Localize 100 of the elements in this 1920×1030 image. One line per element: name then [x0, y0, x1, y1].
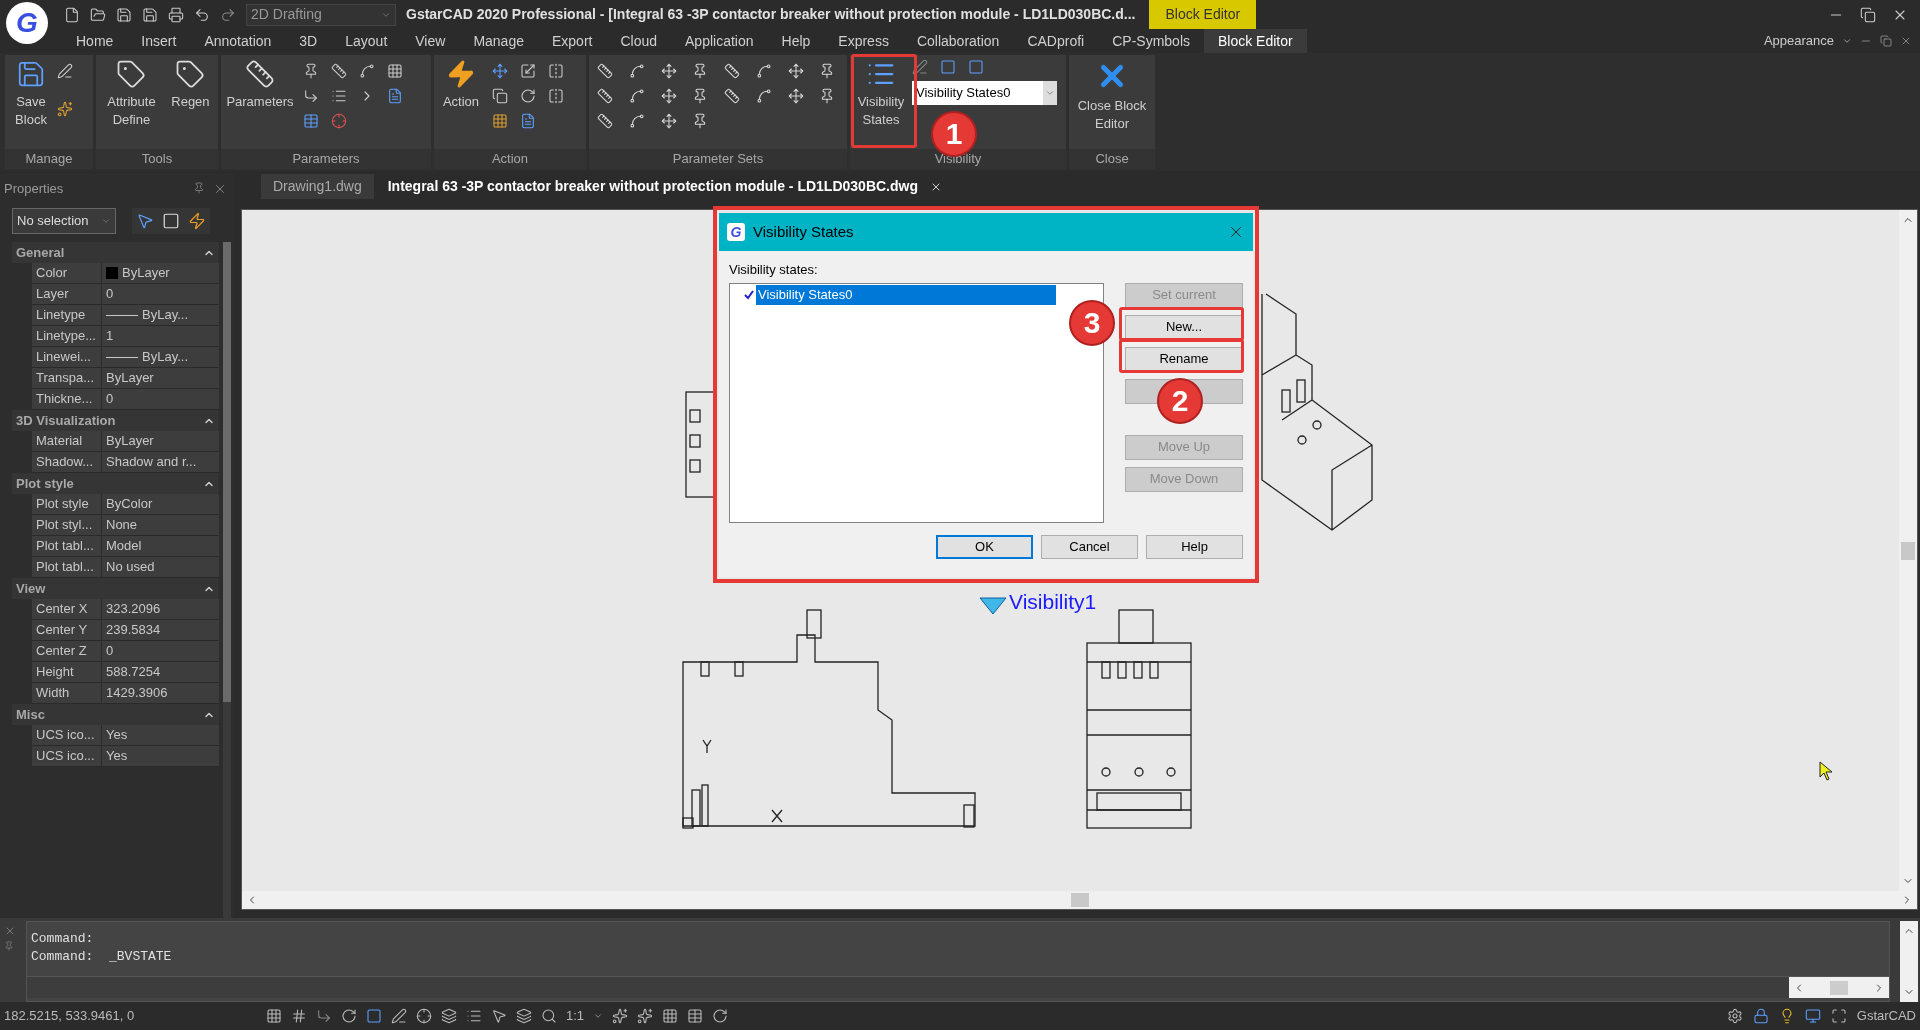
caret-icon[interactable] — [593, 1011, 604, 1021]
copy-icon[interactable] — [492, 88, 508, 104]
dialog-button[interactable]: OK — [936, 534, 1033, 559]
flip-icon[interactable] — [548, 63, 564, 79]
ribbon-tab[interactable]: Application — [671, 29, 768, 53]
scrollbar[interactable] — [223, 242, 231, 918]
ruler-icon[interactable] — [331, 63, 347, 79]
ribbon-tab[interactable]: Block Editor — [1204, 29, 1307, 53]
pencil-icon[interactable] — [57, 63, 73, 79]
grid-icon[interactable] — [492, 113, 508, 129]
pin-icon[interactable] — [193, 182, 205, 194]
scrollbar[interactable] — [1899, 210, 1917, 891]
lock-icon[interactable] — [1752, 1008, 1769, 1024]
curve-icon[interactable] — [628, 63, 645, 79]
ribbon-button[interactable]: Close Block Editor — [1074, 55, 1150, 133]
scrollbar[interactable] — [242, 891, 1917, 909]
layers-icon[interactable] — [441, 1008, 457, 1024]
workspace-dropdown[interactable]: 2D Drafting — [246, 3, 396, 26]
section-header[interactable]: Plot style — [12, 473, 219, 494]
annotation-icon[interactable] — [637, 1008, 654, 1024]
ribbon-tab[interactable]: Manage — [459, 29, 538, 53]
corner-arrow-icon[interactable] — [303, 88, 319, 104]
annotation-scale[interactable]: 1:1 — [566, 1006, 585, 1026]
ribbon-button[interactable]: Regen — [166, 55, 214, 129]
quick-select-icon[interactable] — [188, 212, 206, 230]
refresh-icon[interactable] — [712, 1008, 729, 1024]
dialog-button[interactable]: Help — [1146, 534, 1243, 559]
ruler-icon[interactable] — [724, 88, 740, 104]
object-snap-icon[interactable] — [366, 1008, 382, 1024]
polar-icon[interactable] — [341, 1008, 357, 1024]
ribbon-tab[interactable]: View — [401, 29, 460, 53]
ribbon-button[interactable]: Save Block — [9, 55, 53, 129]
document-icon[interactable] — [387, 88, 403, 104]
list-item[interactable]: Visibility States0 — [756, 285, 1056, 305]
snap-icon[interactable] — [291, 1008, 307, 1024]
app-logo[interactable]: G — [6, 2, 48, 44]
move-icon[interactable] — [660, 88, 677, 104]
ribbon-tab[interactable]: Export — [537, 29, 607, 53]
grid-icon[interactable] — [662, 1008, 679, 1024]
stack-icon[interactable] — [516, 1008, 532, 1024]
folder-icon[interactable] — [90, 6, 106, 23]
grid-icon[interactable] — [266, 1008, 282, 1024]
scrollbar-thumb[interactable] — [1070, 893, 1089, 907]
lineweight-icon[interactable] — [466, 1008, 482, 1024]
section-header[interactable]: 3D Visualization — [12, 410, 219, 431]
undo-icon[interactable] — [194, 6, 210, 23]
move-icon[interactable] — [787, 63, 804, 79]
settings-icon[interactable] — [1726, 1008, 1743, 1024]
ruler-icon[interactable] — [597, 63, 613, 79]
appearance-menu[interactable]: Appearance — [1763, 31, 1834, 51]
fullscreen-icon[interactable] — [1830, 1008, 1847, 1024]
scrollbar[interactable] — [1789, 977, 1889, 998]
print-icon[interactable] — [168, 6, 184, 23]
ribbon-tab[interactable]: Layout — [331, 29, 402, 53]
ribbon-tab[interactable]: CADprofi — [1013, 29, 1099, 53]
ribbon-button[interactable]: Parameters — [225, 55, 295, 129]
tracking-icon[interactable] — [391, 1008, 407, 1024]
ribbon-tab[interactable]: Collaboration — [902, 29, 1014, 53]
pin-icon[interactable] — [303, 63, 319, 79]
dialog-button[interactable]: New... — [1125, 314, 1243, 340]
ribbon-tab[interactable]: CP-Symbols — [1098, 29, 1204, 53]
new-file-icon[interactable] — [64, 6, 80, 23]
curve-icon[interactable] — [359, 63, 375, 79]
dialog-button[interactable]: Rename — [1125, 346, 1243, 372]
document-tab[interactable]: Drawing1.dwg — [261, 174, 374, 199]
mirror-icon[interactable] — [548, 88, 564, 104]
ribbon-tab[interactable]: Home — [62, 29, 128, 53]
section-header[interactable]: Misc — [12, 704, 219, 725]
ribbon-button[interactable]: Attribute Define — [100, 55, 163, 129]
redo-icon[interactable] — [220, 6, 236, 23]
scrollbar-thumb[interactable] — [1901, 541, 1915, 560]
close-icon[interactable] — [1900, 35, 1912, 47]
curve-icon[interactable] — [755, 63, 772, 79]
ruler-icon[interactable] — [597, 113, 613, 129]
caret-icon[interactable] — [1842, 36, 1852, 46]
visibility-state-dropdown[interactable]: Visibility States0 — [912, 81, 1057, 105]
move-icon[interactable] — [660, 63, 677, 79]
annotation-icon[interactable] — [612, 1008, 629, 1024]
ribbon-button[interactable]: Action — [438, 55, 484, 129]
ruler-icon[interactable] — [724, 63, 740, 79]
pointer-icon[interactable] — [136, 212, 154, 230]
ortho-icon[interactable] — [316, 1008, 332, 1024]
move-icon[interactable] — [492, 63, 508, 79]
sparkle-icon[interactable] — [57, 100, 73, 117]
ribbon-tab[interactable]: Cloud — [606, 29, 672, 53]
crosshair-icon[interactable] — [416, 1008, 432, 1024]
parameter-grip-icon[interactable] — [979, 597, 1007, 615]
curve-icon[interactable] — [628, 88, 645, 104]
save-as-icon[interactable] — [142, 6, 158, 23]
scrollbar-thumb[interactable] — [223, 242, 231, 702]
pencil-icon[interactable] — [912, 59, 928, 75]
ribbon-tab[interactable]: Insert — [127, 29, 191, 53]
monitor-icon[interactable] — [1804, 1008, 1821, 1024]
move-icon[interactable] — [787, 88, 804, 104]
close-icon[interactable] — [213, 182, 227, 196]
rotate-icon[interactable] — [520, 88, 536, 104]
curve-icon[interactable] — [755, 88, 772, 104]
ribbon-tab[interactable]: Express — [824, 29, 903, 53]
save-icon[interactable] — [116, 6, 132, 23]
scrollbar-thumb[interactable] — [1830, 980, 1848, 995]
